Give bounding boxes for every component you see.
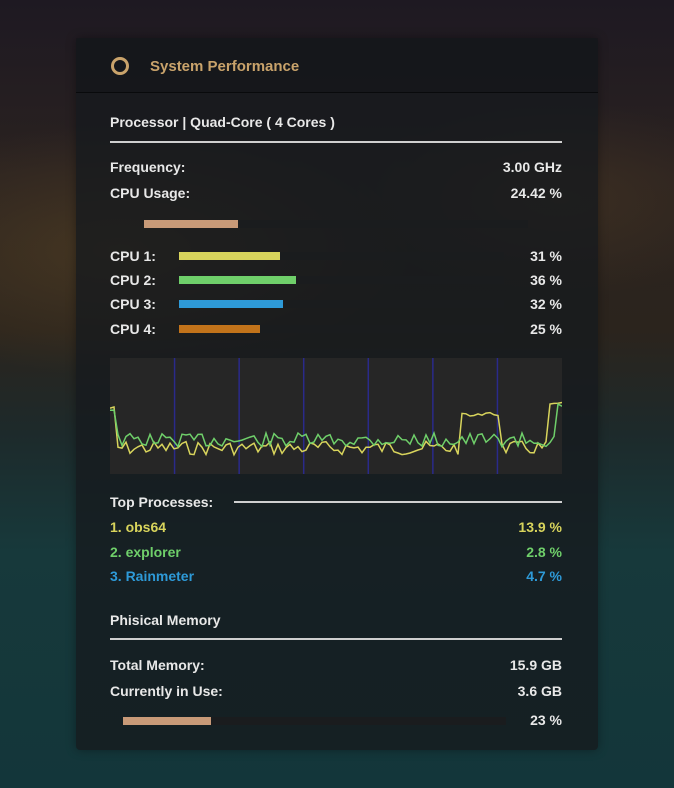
core-bar — [179, 276, 504, 284]
process-value: 4.7 % — [526, 568, 562, 584]
process-name: 2. explorer — [110, 544, 181, 560]
core-bar — [179, 325, 504, 333]
memory-in-use-label: Currently in Use: — [110, 683, 223, 699]
widget-title-bar[interactable]: System Performance — [76, 38, 598, 93]
memory-usage-bar — [123, 717, 506, 725]
cpu-history-line-2 — [109, 402, 563, 449]
widget-title: System Performance — [150, 58, 300, 75]
core-value: 31 % — [530, 248, 562, 264]
core-label: CPU 2: — [110, 272, 156, 288]
core-value: 32 % — [530, 296, 562, 312]
core-bar-fill — [179, 300, 283, 308]
core-label: CPU 3: — [110, 296, 156, 312]
cpu-history-svg — [109, 358, 563, 474]
process-value: 13.9 % — [518, 519, 562, 535]
memory-usage-percent: 23 % — [530, 712, 562, 728]
core-bar-fill — [179, 276, 296, 284]
processor-heading: Processor | Quad-Core ( 4 Cores ) — [110, 114, 335, 130]
memory-divider — [110, 638, 562, 640]
system-performance-widget: System Performance Processor | Quad-Core… — [76, 38, 598, 750]
core-value: 25 % — [530, 321, 562, 337]
total-memory-value: 15.9 GB — [509, 657, 562, 673]
graph-grid — [173, 358, 499, 474]
memory-in-use-value: 3.6 GB — [517, 683, 562, 699]
core-label: CPU 4: — [110, 321, 156, 337]
process-name: 1. obs64 — [110, 519, 167, 535]
cpu-usage-label: CPU Usage: — [110, 185, 191, 201]
core-value: 36 % — [530, 272, 562, 288]
core-label: CPU 1: — [110, 248, 156, 264]
cpu-usage-bar-fill — [144, 220, 238, 228]
frequency-value: 3.00 GHz — [502, 159, 562, 175]
memory-heading: Phisical Memory — [110, 612, 221, 628]
circle-ring-icon — [111, 57, 129, 75]
top-processes-heading: Top Processes: — [110, 494, 214, 510]
total-memory-label: Total Memory: — [110, 657, 205, 673]
core-bar — [179, 252, 504, 260]
cpu-history-graph — [109, 358, 563, 474]
core-bar-fill — [179, 325, 261, 333]
memory-usage-bar-fill — [123, 717, 212, 725]
core-bar — [179, 300, 504, 308]
cpu-usage-value: 24.42 % — [510, 185, 562, 201]
cpu-usage-bar — [144, 220, 528, 228]
core-bar-fill — [179, 252, 280, 260]
process-value: 2.8 % — [526, 544, 562, 560]
top-processes-divider — [234, 501, 562, 503]
process-name: 3. Rainmeter — [110, 568, 195, 584]
processor-divider — [110, 141, 562, 143]
frequency-label: Frequency: — [110, 159, 186, 175]
